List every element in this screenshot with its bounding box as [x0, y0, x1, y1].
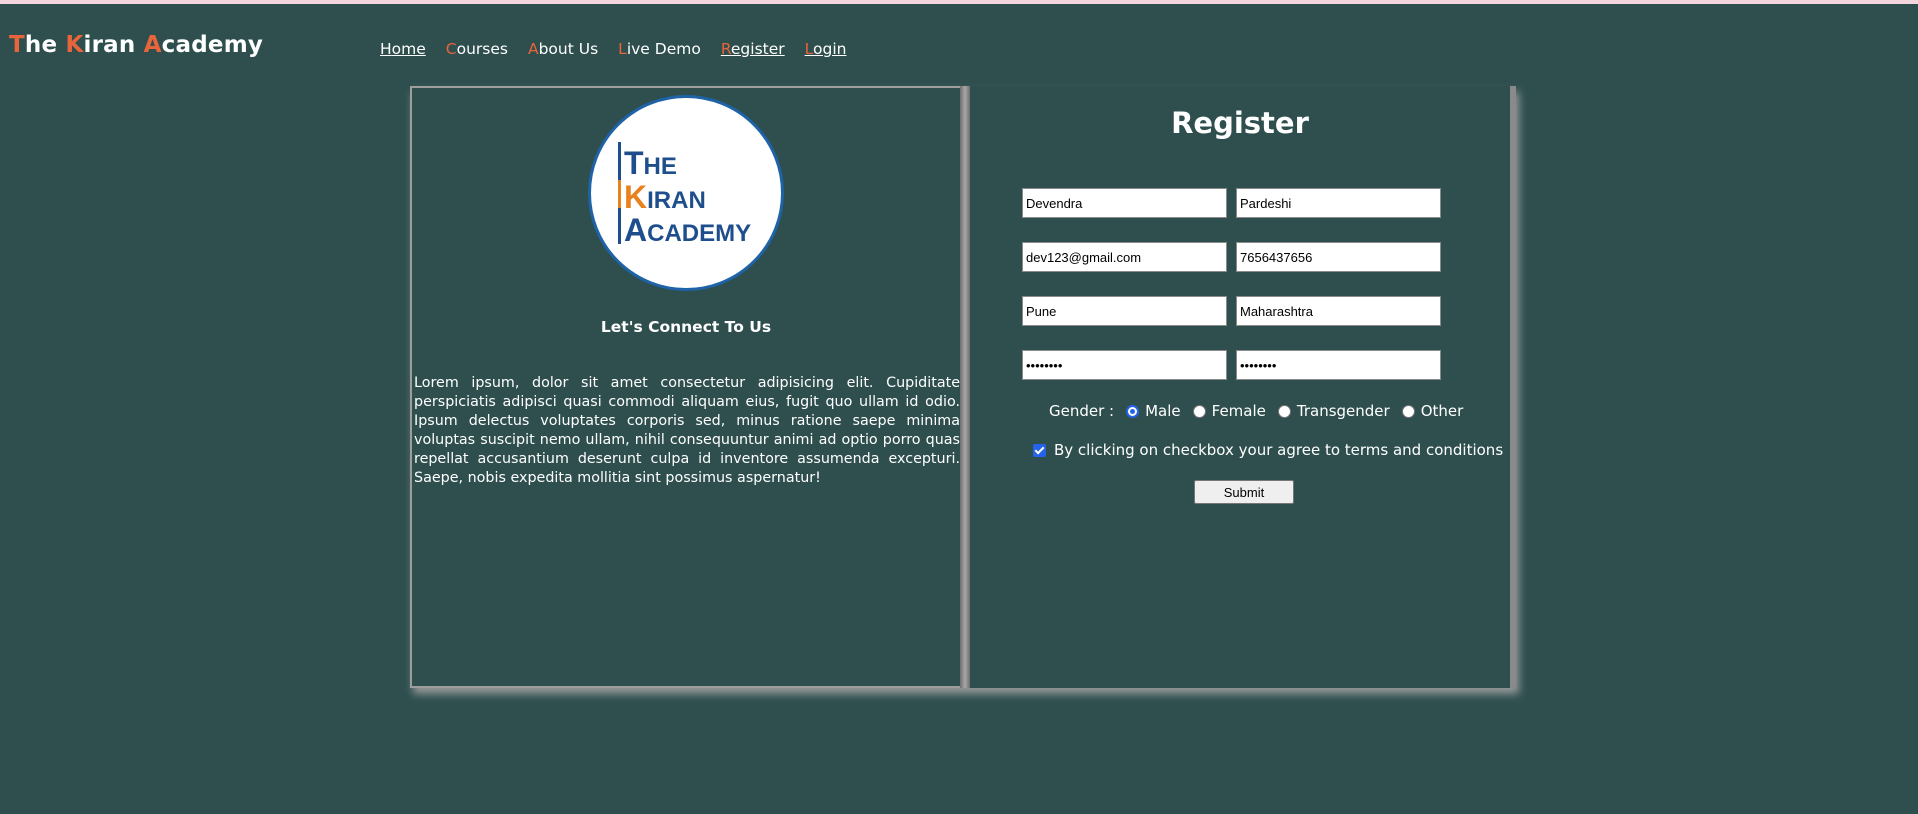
nav-demo-first-letter: L — [618, 40, 627, 58]
logo-line-3: ACADEMY — [624, 212, 751, 248]
academy-logo: THE KIRAN ACADEMY — [588, 95, 784, 291]
gender-female-label[interactable]: Female — [1212, 402, 1266, 420]
gender-transgender-label[interactable]: Transgender — [1297, 402, 1390, 420]
top-navigation: Home Courses About Us Live Demo Register… — [380, 40, 846, 58]
terms-checkbox[interactable] — [1033, 443, 1046, 457]
connect-heading: Let's Connect To Us — [600, 318, 772, 336]
register-card: THE KIRAN ACADEMY Let's Connect To Us Lo… — [410, 86, 1516, 688]
nav-register-rest: egister — [730, 40, 785, 58]
gender-other-radio[interactable] — [1401, 404, 1415, 418]
brand-text-he: he — [24, 32, 66, 58]
submit-button[interactable]: Submit — [1194, 480, 1294, 504]
register-title: Register — [1171, 106, 1309, 140]
nav-courses-first-letter: C — [445, 40, 457, 58]
gender-male-radio[interactable] — [1126, 404, 1140, 418]
nav-link-about-us[interactable]: About Us — [528, 40, 598, 58]
info-panel: THE KIRAN ACADEMY Let's Connect To Us Lo… — [410, 86, 960, 688]
register-form: Register Gender : Male Female Transgende… — [970, 86, 1516, 688]
logo-line2-initial: K — [624, 179, 647, 215]
nav-home-first-letter: H — [380, 40, 392, 58]
terms-row: By clicking on checkbox your agree to te… — [1033, 441, 1503, 459]
gender-female-radio[interactable] — [1192, 404, 1206, 418]
gender-other-label[interactable]: Other — [1421, 402, 1464, 420]
nav-demo-rest: ive Demo — [626, 40, 701, 58]
nav-link-register[interactable]: Register — [721, 40, 785, 58]
logo-line3-initial: A — [624, 212, 647, 248]
nav-link-login[interactable]: Login — [805, 40, 847, 58]
gender-male-label[interactable]: Male — [1145, 402, 1181, 420]
gender-radio-group: Gender : Male Female Transgender Other — [1049, 402, 1463, 420]
nav-courses-rest: ourses — [456, 40, 508, 58]
nav-about-rest: bout Us — [538, 40, 599, 58]
last-name-input[interactable] — [1236, 188, 1441, 218]
nav-about-first-letter: A — [527, 40, 539, 58]
brand-text-cademy: cademy — [161, 32, 264, 58]
phone-input[interactable] — [1236, 242, 1441, 272]
city-input[interactable] — [1022, 296, 1227, 326]
gender-label: Gender : — [1049, 402, 1115, 420]
brand-logo-text[interactable]: The Kiran Academy — [9, 32, 263, 58]
logo-line3-rest: CADEMY — [647, 220, 751, 247]
state-input[interactable] — [1236, 296, 1441, 326]
email-input[interactable] — [1022, 242, 1227, 272]
logo-line-2: KIRAN — [624, 179, 706, 215]
password-input[interactable] — [1022, 350, 1227, 380]
brand-initial-t: T — [9, 32, 25, 58]
logo-line1-initial: T — [624, 145, 644, 181]
nav-home-rest: ome — [391, 40, 426, 58]
nav-link-live-demo[interactable]: Live Demo — [618, 40, 701, 58]
panel-divider — [960, 86, 970, 688]
nav-link-home[interactable]: Home — [380, 40, 426, 58]
nav-login-rest: ogin — [813, 40, 847, 58]
logo-line1-rest: HE — [644, 153, 677, 180]
nav-login-first-letter: L — [804, 40, 814, 58]
terms-label[interactable]: By clicking on checkbox your agree to te… — [1054, 441, 1503, 459]
nav-link-courses[interactable]: Courses — [446, 40, 508, 58]
confirm-password-input[interactable] — [1236, 350, 1441, 380]
first-name-input[interactable] — [1022, 188, 1227, 218]
brand-text-iran: iran — [83, 32, 144, 58]
info-paragraph: Lorem ipsum, dolor sit amet consectetur … — [414, 375, 960, 487]
brand-initial-k: K — [65, 32, 84, 58]
logo-bar-mid — [618, 180, 621, 208]
logo-line-1: THE — [624, 145, 677, 181]
nav-register-first-letter: R — [720, 40, 731, 58]
gender-transgender-radio[interactable] — [1277, 404, 1291, 418]
brand-initial-a: A — [143, 32, 162, 58]
logo-line2-rest: IRAN — [647, 187, 706, 214]
academy-logo-graphic: THE KIRAN ACADEMY — [618, 142, 751, 248]
